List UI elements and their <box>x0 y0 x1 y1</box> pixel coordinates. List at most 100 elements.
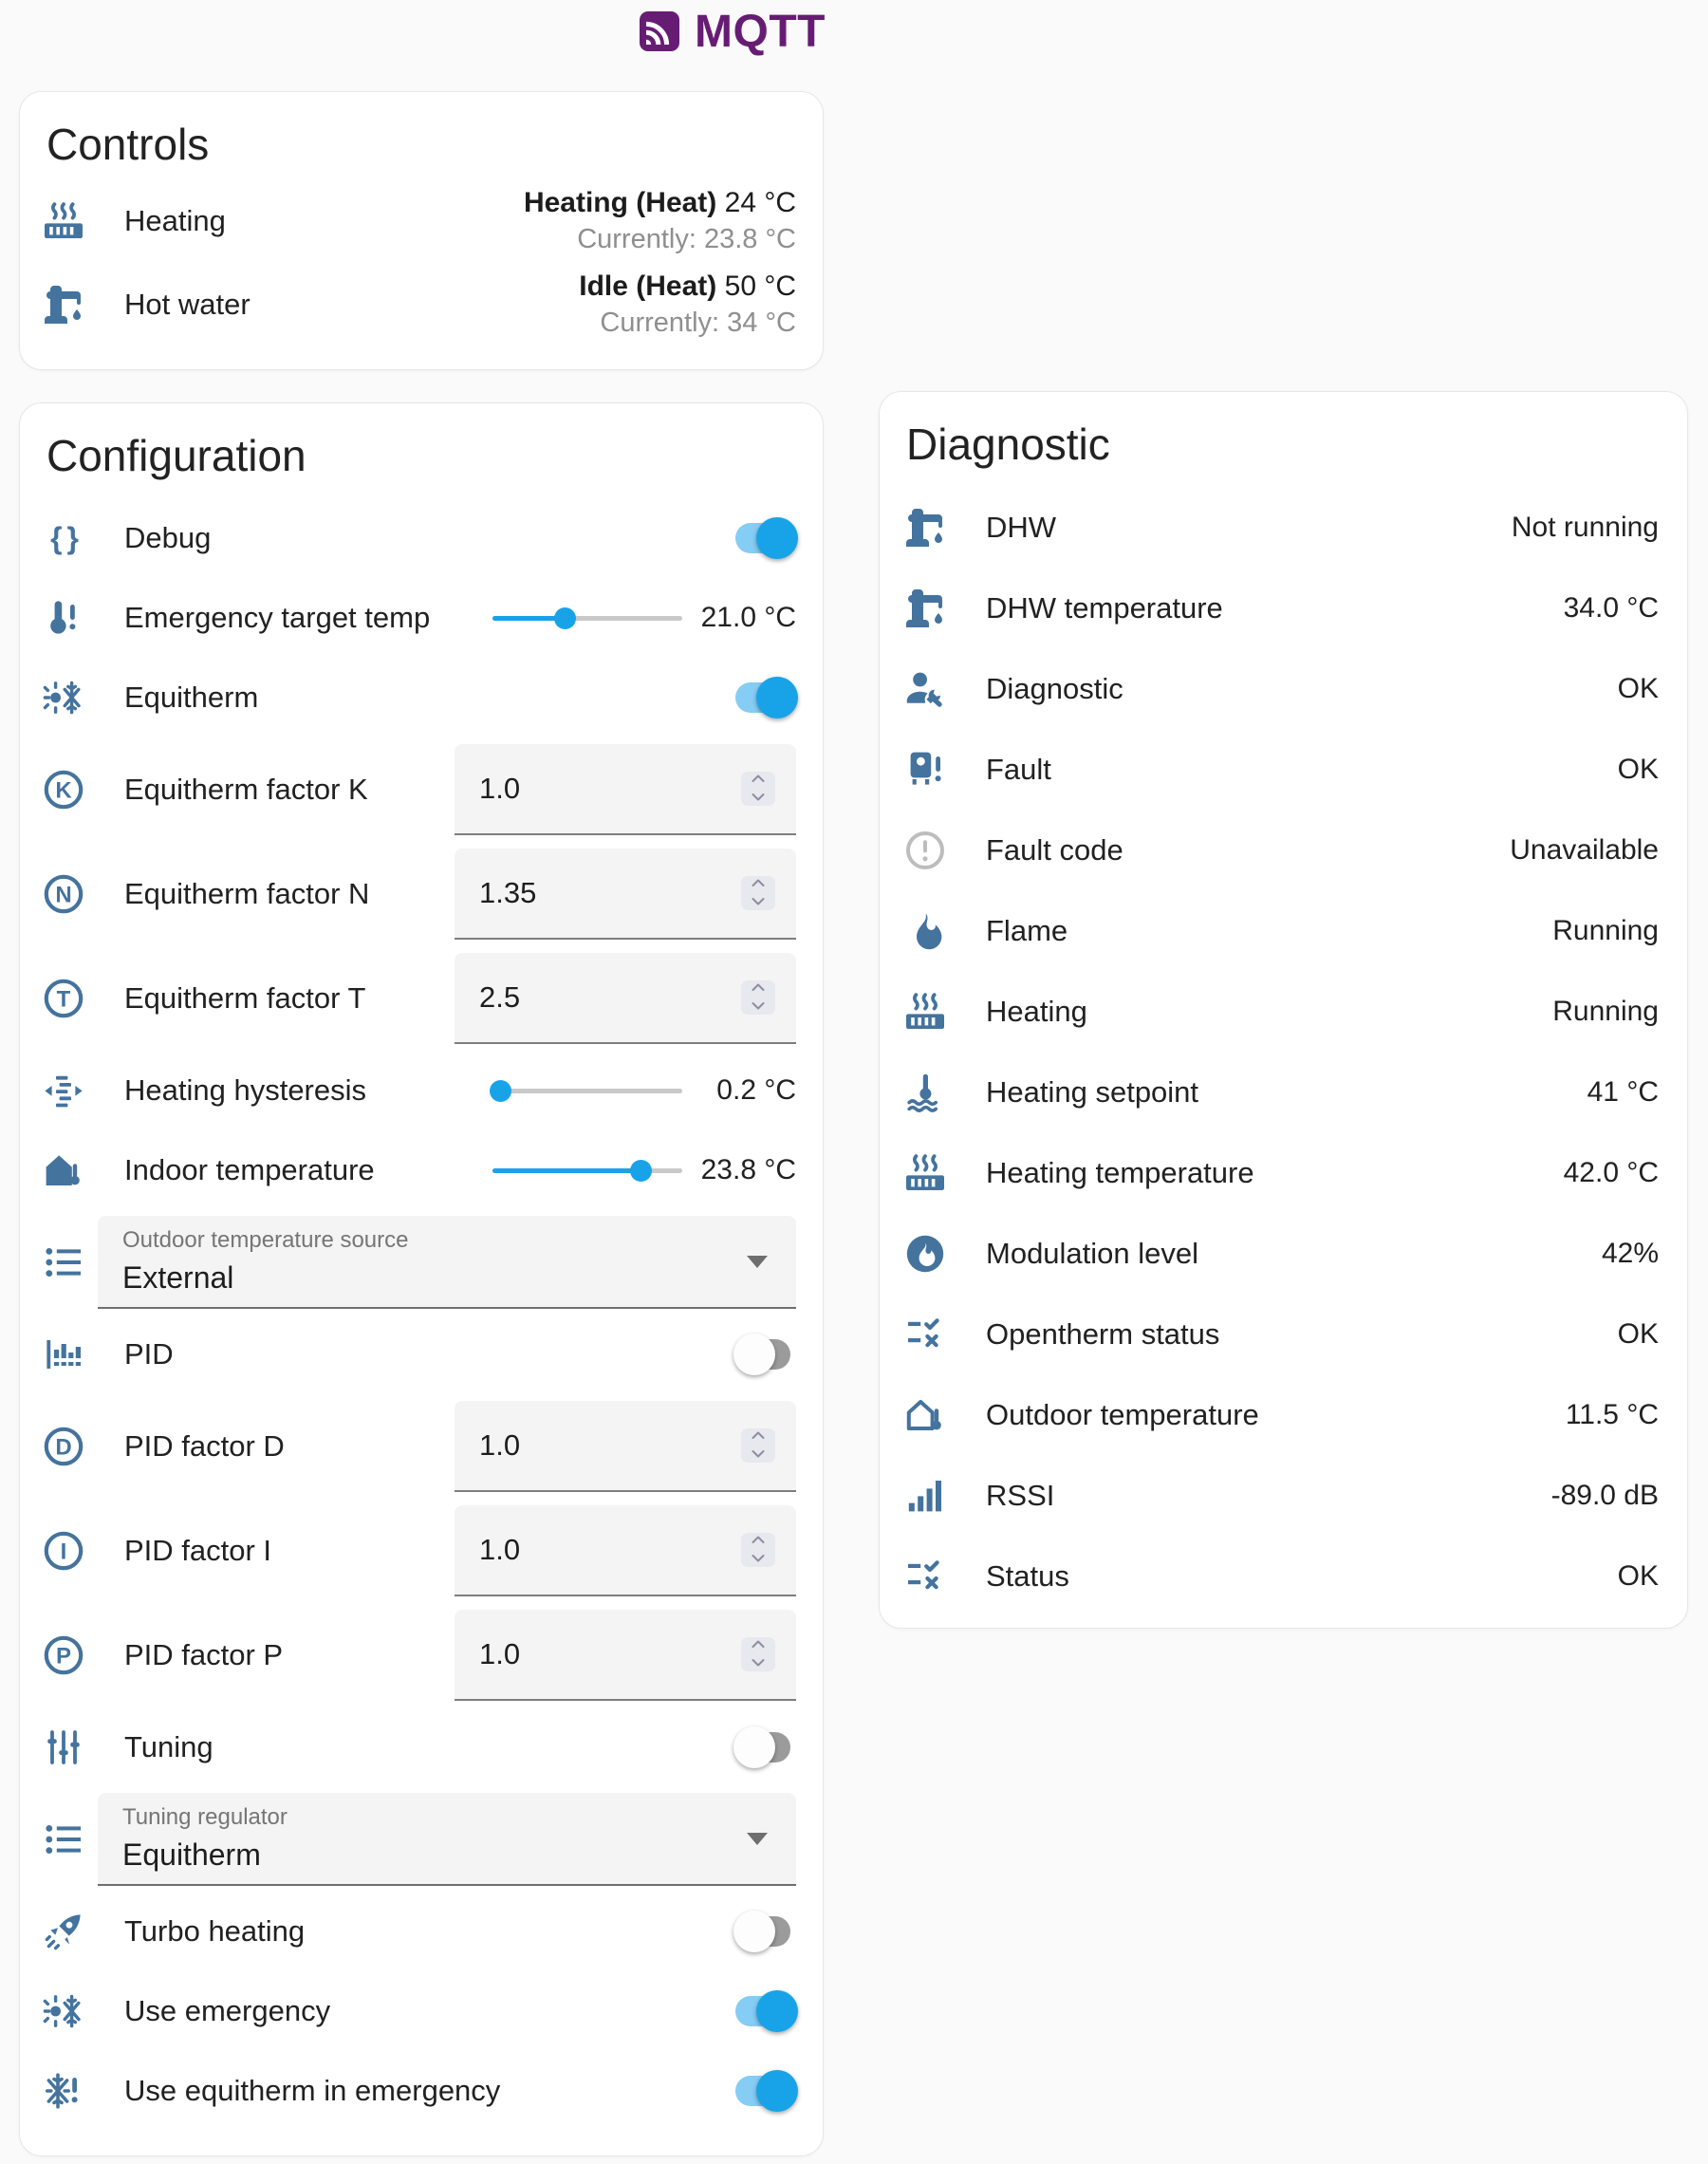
chevron-down-icon[interactable] <box>751 1655 766 1672</box>
diagnostic-row-heating[interactable]: Heating Running <box>880 971 1687 1052</box>
select-outdoor-temperature-source[interactable]: Outdoor temperature source External <box>98 1216 796 1309</box>
diagnostic-row-fault[interactable]: Fault OK <box>880 729 1687 810</box>
slider-thumb[interactable] <box>490 1080 511 1102</box>
slider-indoor-temperature[interactable] <box>492 1148 682 1192</box>
chevron-up-icon[interactable] <box>751 979 766 997</box>
select-value: External <box>122 1260 747 1296</box>
number-value[interactable]: 1.0 <box>479 1533 741 1567</box>
toggle-turbo-heating[interactable] <box>735 1910 796 1953</box>
chevron-up-icon[interactable] <box>751 875 766 892</box>
number-value[interactable]: 1.35 <box>479 876 741 910</box>
list-status-icon <box>902 1554 948 1599</box>
config-row-equitherm-factor-t: TEquitherm factor T 2.5 <box>20 946 823 1051</box>
slider-thumb[interactable] <box>554 607 576 629</box>
chevron-down-icon[interactable] <box>751 998 766 1016</box>
alert-circle-outline-icon <box>902 828 948 873</box>
number-input-pid-factor-i[interactable]: 1.0 <box>455 1505 796 1596</box>
control-state-line: Idle (Heat) 50 °C <box>579 270 796 304</box>
toggle-use-emergency[interactable] <box>735 1989 796 2033</box>
toggle-tuning[interactable] <box>735 1726 796 1769</box>
toggle-thumb[interactable] <box>756 1990 798 2032</box>
toggle-thumb[interactable] <box>756 677 798 718</box>
number-value[interactable]: 1.0 <box>479 772 741 806</box>
svg-text:P: P <box>56 1644 71 1670</box>
toggle-thumb[interactable] <box>756 2070 798 2112</box>
control-row-hot-water[interactable]: Hot water Idle (Heat) 50 °C Currently: 3… <box>20 263 823 346</box>
thermometer-water-icon <box>902 1070 948 1115</box>
control-state[interactable]: Heating (Heat) 24 °C Currently: 23.8 °C <box>524 186 796 256</box>
stepper-pid-factor-i[interactable] <box>741 1533 775 1567</box>
control-row-heating[interactable]: Heating Heating (Heat) 24 °C Currently: … <box>20 179 823 263</box>
diagnostic-row-dhw[interactable]: DHW Not running <box>880 487 1687 568</box>
fire-icon <box>902 908 948 954</box>
select-tuning-regulator[interactable]: Tuning regulator Equitherm <box>98 1793 796 1886</box>
sun-snowflake-icon <box>41 675 86 720</box>
chevron-down-icon[interactable] <box>751 1551 766 1568</box>
slider-rail <box>492 1089 682 1093</box>
toggle-thumb[interactable] <box>733 1911 775 1952</box>
config-label: Equitherm factor K <box>124 773 455 807</box>
control-state[interactable]: Idle (Heat) 50 °C Currently: 34 °C <box>579 270 796 340</box>
chevron-up-icon[interactable] <box>751 1427 766 1445</box>
number-input-equitherm-factor-t[interactable]: 2.5 <box>455 953 796 1044</box>
chart-histogram-icon <box>41 1332 86 1377</box>
diagnostic-row-heating-setpoint[interactable]: Heating setpoint 41 °C <box>880 1052 1687 1132</box>
toggle-debug[interactable] <box>735 516 796 560</box>
config-row-pid-factor-p: PPID factor P 1.0 <box>20 1603 823 1707</box>
toggle-use-equitherm-in-emergency[interactable] <box>735 2069 796 2113</box>
diagnostic-row-modulation-level[interactable]: Modulation level 42% <box>880 1213 1687 1294</box>
number-value[interactable]: 1.0 <box>479 1428 741 1463</box>
toggle-thumb[interactable] <box>733 1334 775 1375</box>
diagnostic-value: 42% <box>1602 1238 1659 1270</box>
diagnostic-row-fault-code[interactable]: Fault code Unavailable <box>880 810 1687 890</box>
radiator-icon <box>902 989 948 1035</box>
diagnostic-value: OK <box>1618 673 1659 705</box>
diagnostic-row-heating-temperature[interactable]: Heating temperature 42.0 °C <box>880 1132 1687 1213</box>
diagnostic-row-opentherm-status[interactable]: Opentherm status OK <box>880 1294 1687 1374</box>
chevron-down-icon[interactable] <box>751 1446 766 1464</box>
slider-thumb[interactable] <box>630 1160 652 1182</box>
number-input-equitherm-factor-k[interactable]: 1.0 <box>455 744 796 835</box>
number-input-equitherm-factor-n[interactable]: 1.35 <box>455 849 796 940</box>
diagnostic-value: Unavailable <box>1510 834 1659 867</box>
slider-emergency-target-temp[interactable] <box>492 596 682 640</box>
config-row-indoor-temperature: Indoor temperature 23.8 °C <box>20 1130 823 1210</box>
diagnostic-row-dhw-temperature[interactable]: DHW temperature 34.0 °C <box>880 568 1687 648</box>
toggle-equitherm[interactable] <box>735 676 796 719</box>
diagnostic-label: Heating setpoint <box>986 1075 1587 1110</box>
account-wrench-icon <box>902 666 948 712</box>
diagnostic-row-status[interactable]: Status OK <box>880 1536 1687 1616</box>
slider-heating-hysteresis[interactable] <box>492 1069 682 1112</box>
number-input-pid-factor-d[interactable]: 1.0 <box>455 1401 796 1492</box>
dropdown-arrow-icon[interactable] <box>747 1833 768 1845</box>
config-row-heating-hysteresis: Heating hysteresis 0.2 °C <box>20 1051 823 1130</box>
control-current-temp: Currently: 34 °C <box>579 307 796 340</box>
chevron-down-icon[interactable] <box>751 894 766 911</box>
diagnostic-row-diagnostic[interactable]: Diagnostic OK <box>880 648 1687 729</box>
mqtt-logo: MQTT <box>632 4 826 59</box>
config-row-outdoor-temperature-source: Outdoor temperature source External <box>20 1210 823 1315</box>
diagnostic-row-outdoor-temperature[interactable]: Outdoor temperature 11.5 °C <box>880 1374 1687 1455</box>
select-label: Tuning regulator <box>122 1804 747 1831</box>
stepper-equitherm-factor-k[interactable] <box>741 772 775 806</box>
number-value[interactable]: 2.5 <box>479 980 741 1015</box>
toggle-thumb[interactable] <box>756 517 798 559</box>
diagnostic-row-rssi[interactable]: RSSI -89.0 dB <box>880 1455 1687 1536</box>
stepper-equitherm-factor-n[interactable] <box>741 876 775 910</box>
dropdown-arrow-icon[interactable] <box>747 1256 768 1268</box>
number-input-pid-factor-p[interactable]: 1.0 <box>455 1610 796 1701</box>
toggle-pid[interactable] <box>735 1333 796 1376</box>
stepper-equitherm-factor-t[interactable] <box>741 980 775 1015</box>
chevron-up-icon[interactable] <box>751 1636 766 1653</box>
stepper-pid-factor-p[interactable] <box>741 1637 775 1671</box>
chevron-up-icon[interactable] <box>751 1532 766 1549</box>
config-row-tuning-regulator: Tuning regulator Equitherm <box>20 1787 823 1892</box>
toggle-thumb[interactable] <box>733 1726 775 1768</box>
chevron-down-icon[interactable] <box>751 790 766 807</box>
chevron-up-icon[interactable] <box>751 771 766 788</box>
alpha-t-circle-icon: T <box>41 976 86 1021</box>
number-value[interactable]: 1.0 <box>479 1637 741 1671</box>
config-row-equitherm: Equitherm <box>20 658 823 737</box>
stepper-pid-factor-d[interactable] <box>741 1428 775 1463</box>
diagnostic-row-flame[interactable]: Flame Running <box>880 890 1687 971</box>
